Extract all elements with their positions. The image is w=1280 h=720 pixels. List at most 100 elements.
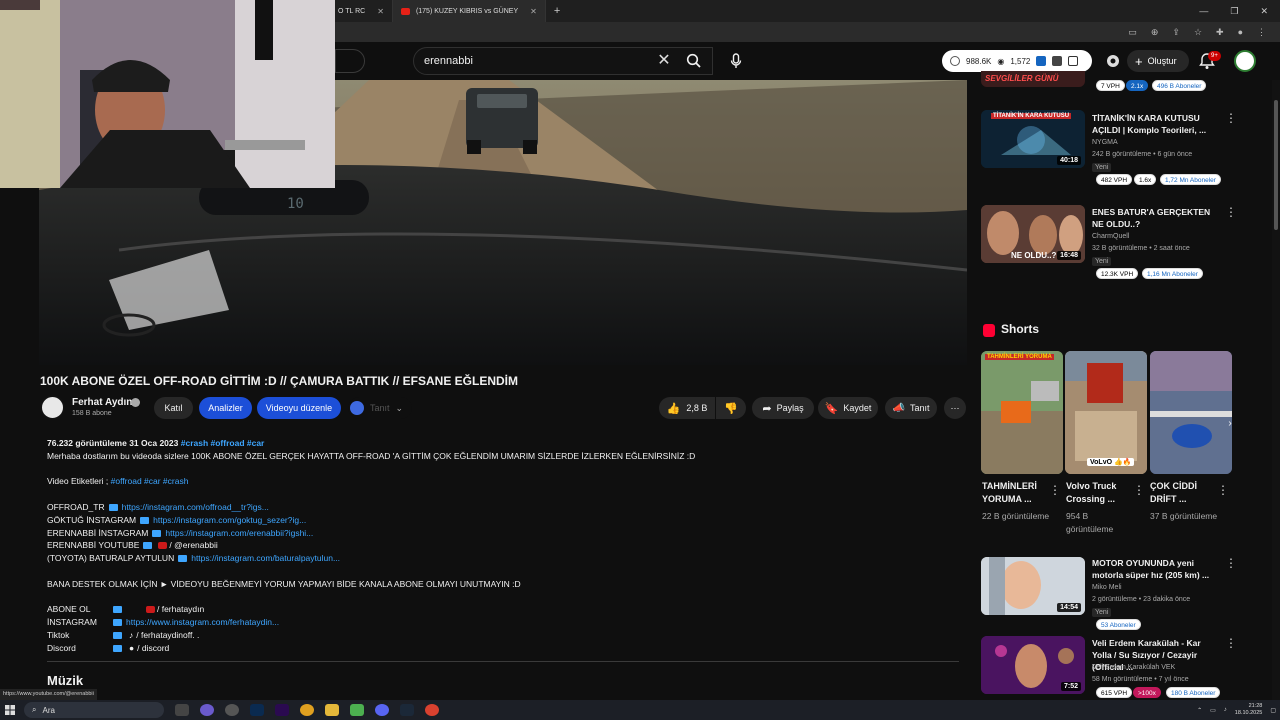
ext-icon-c[interactable] xyxy=(1068,56,1079,66)
short-title[interactable]: TAHMİNLERİ YORUMA ... xyxy=(982,480,1050,506)
chrome-icon[interactable] xyxy=(300,704,314,716)
extensions-icon[interactable]: ✚ xyxy=(1216,27,1224,38)
video-channel[interactable]: Veli Erdem Karakülah VEK xyxy=(1092,664,1175,671)
app-icon[interactable] xyxy=(225,704,239,716)
app-icon-2[interactable] xyxy=(350,704,364,716)
share-button[interactable]: ➦ Paylaş xyxy=(752,397,814,419)
video-channel[interactable]: NYGMA xyxy=(1092,139,1118,146)
voice-search-button[interactable] xyxy=(726,50,746,72)
video-thumbnail[interactable]: NE OLDU..? 16:48 xyxy=(981,205,1085,263)
dislike-button[interactable]: 👎 xyxy=(716,397,746,419)
description-box[interactable]: 76.232 görüntüleme 31 Oca 2023 #crash #o… xyxy=(39,432,959,664)
short-title[interactable]: ÇOK CİDDİ DRİFT ... xyxy=(1150,480,1218,506)
premiere-icon[interactable] xyxy=(275,704,289,716)
task-view-icon[interactable] xyxy=(175,704,189,716)
more-options-icon[interactable]: ⋮ xyxy=(1133,484,1145,496)
notification-icon[interactable]: ▢ xyxy=(1270,707,1276,714)
more-options-icon[interactable]: ⋮ xyxy=(1225,637,1237,649)
search-button[interactable] xyxy=(678,47,710,75)
verified-check-icon xyxy=(131,398,140,407)
channel-avatar[interactable] xyxy=(40,395,65,420)
header-pill[interactable] xyxy=(335,49,365,73)
social-link[interactable]: / @erenabbii xyxy=(169,540,217,550)
more-actions-button[interactable]: ⋯ xyxy=(944,397,966,419)
cast-icon[interactable]: ▭ xyxy=(1128,27,1137,38)
video-thumbnail[interactable]: 14:54 xyxy=(981,557,1085,615)
short-thumbnail[interactable] xyxy=(1150,351,1232,474)
puzzle-icon[interactable] xyxy=(1104,52,1122,70)
link-value[interactable]: / ferhataydın xyxy=(157,604,204,614)
edit-video-button[interactable]: Videoyu düzenle xyxy=(257,397,341,419)
steam-icon[interactable] xyxy=(400,704,414,716)
hashtags[interactable]: #crash #offroad #car xyxy=(181,438,265,448)
vph-badge: 482 VPH xyxy=(1096,174,1133,185)
chrome-active-icon[interactable] xyxy=(425,704,439,716)
network-icon[interactable]: ▭ xyxy=(1210,707,1216,714)
close-window-icon[interactable]: ✕ xyxy=(1260,6,1268,17)
clear-search-icon[interactable]: ✕ xyxy=(655,50,673,72)
promote-button[interactable]: Tanıt ⌄ xyxy=(348,397,412,419)
ext-icon-b[interactable] xyxy=(1052,56,1063,66)
maximize-icon[interactable]: ❐ xyxy=(1230,6,1238,17)
clock[interactable]: 21:28 18.10.2025 xyxy=(1235,703,1263,717)
video-channel[interactable]: Miko Meli xyxy=(1092,584,1122,591)
tray-chevron-icon[interactable]: ⌃ xyxy=(1197,707,1202,714)
link-value[interactable]: https://www.instagram.com/ferhataydin... xyxy=(126,617,279,627)
minimize-icon[interactable]: — xyxy=(1199,6,1208,16)
short-thumbnail[interactable]: VoLvO 👍🔥 xyxy=(1065,351,1147,474)
volume-icon[interactable]: ♪ xyxy=(1224,707,1227,713)
more-options-icon[interactable]: ⋮ xyxy=(1217,484,1229,496)
video-thumbnail[interactable]: SEVGİLİLER GÜNÜ xyxy=(981,71,1085,87)
tags-links[interactable]: #offroad #car #crash xyxy=(111,476,189,486)
photoshop-icon[interactable] xyxy=(250,704,264,716)
zoom-icon[interactable]: ⊕ xyxy=(1151,27,1159,38)
link-value[interactable]: / ferhataydinoff. . xyxy=(136,630,199,640)
video-title[interactable]: ENES BATUR'A GERÇEKTEN NE OLDU..? xyxy=(1092,206,1212,230)
page-scrollbar[interactable] xyxy=(1272,80,1280,700)
video-thumbnail[interactable]: TİTANİK'İN KARA KUTUSU 40:18 xyxy=(981,110,1085,168)
account-avatar[interactable] xyxy=(1234,50,1256,72)
taskbar-search[interactable]: ⌕ Ara xyxy=(24,702,164,718)
social-link[interactable]: https://instagram.com/erenabbii?igshi... xyxy=(165,528,313,538)
more-options-icon[interactable]: ⋮ xyxy=(1049,484,1061,496)
social-link[interactable]: https://instagram.com/offroad__tr?igs... xyxy=(122,502,269,512)
link-value[interactable]: / discord xyxy=(137,643,169,653)
save-button[interactable]: 🔖 Kaydet xyxy=(818,397,878,419)
video-channel[interactable]: CharmQuell xyxy=(1092,233,1129,240)
social-link[interactable]: https://instagram.com/baturalpaytulun... xyxy=(191,553,340,563)
create-button[interactable]: + Oluştur xyxy=(1127,50,1189,72)
menu-icon[interactable]: ⋮ xyxy=(1257,27,1266,38)
bookmark-star-icon[interactable]: ☆ xyxy=(1194,27,1202,38)
promote-video-button[interactable]: 📣 Tanıt xyxy=(885,397,937,419)
profile-icon[interactable]: ● xyxy=(1238,27,1243,37)
channel-name[interactable]: Ferhat Aydın xyxy=(72,397,132,408)
close-icon[interactable]: ✕ xyxy=(530,7,537,16)
discord-icon[interactable] xyxy=(375,704,389,716)
join-button[interactable]: Katıl xyxy=(154,397,193,419)
short-title[interactable]: Volvo Truck Crossing ... xyxy=(1066,480,1134,506)
video-title[interactable]: TİTANİK'İN KARA KUTUSU AÇILDI | Komplo T… xyxy=(1092,112,1212,136)
explorer-icon[interactable] xyxy=(325,704,339,716)
ext-icon-a[interactable] xyxy=(1036,56,1047,66)
new-tab-button[interactable]: + xyxy=(546,5,568,17)
copilot-icon[interactable] xyxy=(200,704,214,716)
date: 18.10.2025 xyxy=(1234,710,1263,716)
more-options-icon[interactable]: ⋮ xyxy=(1225,206,1237,218)
browser-tab-active[interactable]: (175) KUZEY KIBRIS vs GÜNEY ✕ xyxy=(392,0,546,22)
stats-extension-pill[interactable]: 988.6K ◉ 1,572 xyxy=(942,50,1092,72)
like-button[interactable]: 👍 2,8 B xyxy=(659,397,715,419)
short-thumbnail[interactable]: TAHMİNLERİ YORUMA xyxy=(981,351,1063,474)
social-link[interactable]: https://instagram.com/goktug_sezer?ig... xyxy=(153,515,306,525)
chevron-right-icon[interactable]: › xyxy=(1223,418,1237,432)
scrollbar-thumb[interactable] xyxy=(1274,100,1278,230)
start-button[interactable] xyxy=(0,700,20,720)
close-icon[interactable]: ✕ xyxy=(377,7,384,16)
more-options-icon[interactable]: ⋮ xyxy=(1225,557,1237,569)
analytics-button[interactable]: Analizler xyxy=(199,397,252,419)
share-icon[interactable]: ⇪ xyxy=(1172,27,1180,38)
more-options-icon[interactable]: ⋮ xyxy=(1225,112,1237,124)
video-title[interactable]: MOTOR OYUNUNDA yeni motorla süper hız (2… xyxy=(1092,557,1212,581)
video-thumbnail[interactable]: 7:52 xyxy=(981,636,1085,694)
